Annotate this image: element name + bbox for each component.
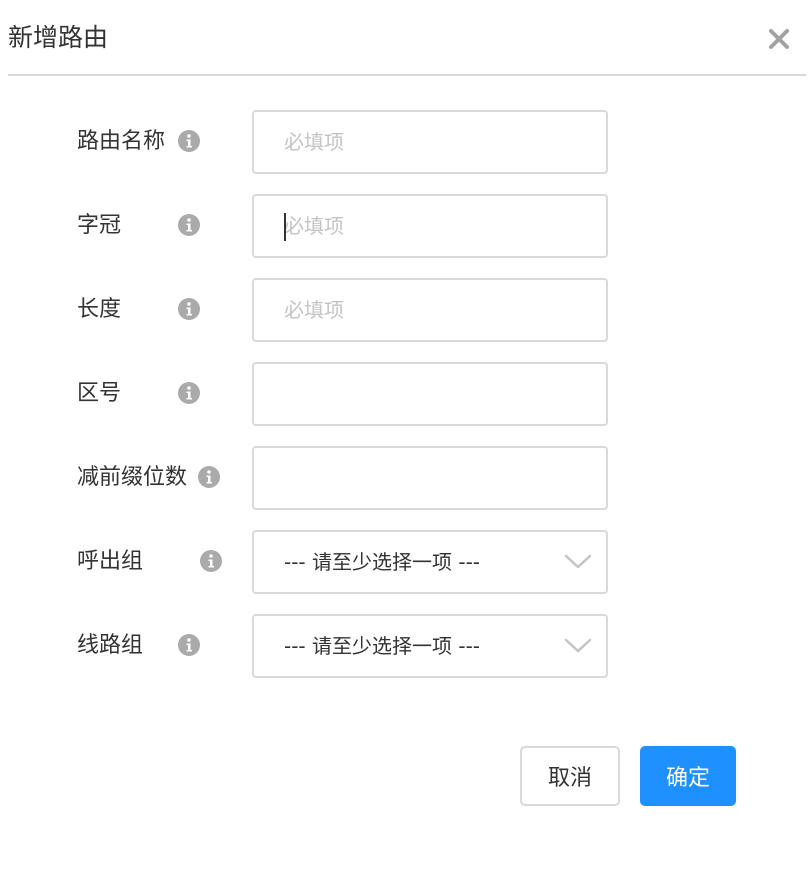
prefix-input[interactable] [252, 194, 608, 258]
area-code-label: 区号 [77, 381, 122, 406]
trunk-group-label: 线路组 [77, 633, 144, 658]
strip-digits-label: 减前缀位数 [77, 465, 188, 490]
confirm-button[interactable]: 确定 [640, 746, 736, 806]
cancel-button[interactable]: 取消 [520, 746, 620, 806]
outbound-group-select[interactable]: --- 请至少选择一项 --- [252, 530, 608, 594]
length-label: 长度 [77, 297, 122, 322]
form-row-area-code: 区号 [0, 362, 808, 426]
form-row-length: 长度 [0, 278, 808, 342]
area-code-input[interactable] [252, 362, 608, 426]
close-icon [769, 29, 789, 49]
route-name-label: 路由名称 [77, 129, 166, 154]
info-icon [200, 550, 222, 572]
length-input[interactable] [252, 278, 608, 342]
outbound-group-label: 呼出组 [77, 549, 144, 574]
dialog-title: 新增路由 [8, 23, 109, 52]
form-row-trunk-group: 线路组 --- 请至少选择一项 --- [0, 614, 808, 678]
form-row-route-name: 路由名称 [0, 110, 808, 174]
info-icon [178, 634, 200, 656]
info-icon [178, 214, 200, 236]
info-icon [178, 298, 200, 320]
info-icon [178, 382, 200, 404]
prefix-label: 字冠 [77, 213, 122, 238]
chevron-down-icon [564, 554, 592, 569]
outbound-group-selected: --- 请至少选择一项 --- [284, 550, 481, 574]
route-name-input[interactable] [252, 110, 608, 174]
trunk-group-selected: --- 请至少选择一项 --- [284, 634, 481, 658]
text-caret [284, 213, 286, 241]
form-row-outbound-group: 呼出组 --- 请至少选择一项 --- [0, 530, 808, 594]
form-row-prefix: 字冠 [0, 194, 808, 258]
info-icon [178, 130, 200, 152]
info-icon [198, 466, 220, 488]
strip-digits-input[interactable] [252, 446, 608, 510]
chevron-down-icon [564, 638, 592, 653]
close-button[interactable] [760, 20, 798, 58]
form-row-strip-digits: 减前缀位数 [0, 446, 808, 510]
header-divider [8, 74, 806, 76]
trunk-group-select[interactable]: --- 请至少选择一项 --- [252, 614, 608, 678]
